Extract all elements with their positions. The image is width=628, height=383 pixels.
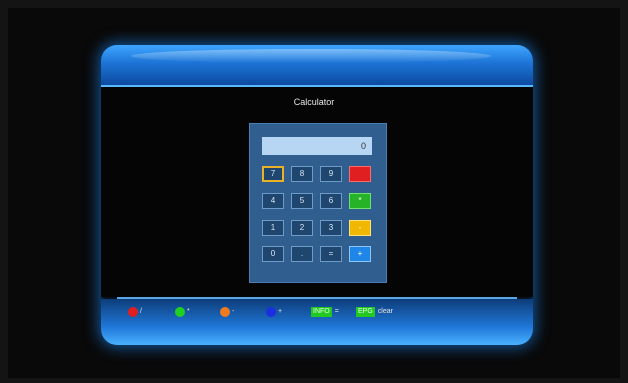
footer-green-label: * bbox=[187, 308, 190, 315]
footer-epg-clear: EPG clear bbox=[356, 306, 393, 318]
footer-divider bbox=[117, 297, 517, 299]
blue-button-icon bbox=[266, 307, 276, 317]
info-button-icon: INFO bbox=[311, 307, 332, 317]
key-4-button[interactable]: 4 bbox=[262, 193, 284, 209]
footer-blue-label: + bbox=[278, 308, 283, 315]
key-dot-button[interactable]: . bbox=[291, 246, 313, 262]
window-header bbox=[101, 45, 533, 87]
key-multiply-button[interactable]: * bbox=[349, 193, 371, 209]
footer-info-label: = bbox=[334, 308, 339, 315]
footer-orange-label: - bbox=[232, 308, 235, 315]
header-shine bbox=[131, 49, 491, 63]
page-title: Calculator bbox=[293, 97, 335, 107]
footer-orange-minus: - bbox=[220, 306, 234, 318]
red-button-icon bbox=[128, 307, 138, 317]
key-9-button[interactable]: 9 bbox=[320, 166, 342, 182]
footer-info-equals: INFO = bbox=[311, 306, 339, 318]
footer-red-label: / bbox=[140, 308, 142, 315]
key-plus-button[interactable]: + bbox=[349, 246, 371, 262]
key-red-blank-button[interactable] bbox=[349, 166, 371, 182]
epg-button-icon: EPG bbox=[356, 307, 375, 317]
key-8-button[interactable]: 8 bbox=[291, 166, 313, 182]
key-5-button[interactable]: 5 bbox=[291, 193, 313, 209]
footer-blue-plus: + bbox=[266, 306, 282, 318]
key-1-button[interactable]: 1 bbox=[262, 220, 284, 236]
key-minus-button[interactable]: - bbox=[349, 220, 371, 236]
key-equals-button[interactable]: = bbox=[320, 246, 342, 262]
calculator-display: 0 bbox=[262, 137, 372, 155]
green-button-icon bbox=[175, 307, 185, 317]
key-0-button[interactable]: 0 bbox=[262, 246, 284, 262]
footer-red-divide: / bbox=[128, 306, 142, 318]
footer-epg-label: clear bbox=[377, 308, 393, 315]
key-3-button[interactable]: 3 bbox=[320, 220, 342, 236]
footer-green-multiply: * bbox=[175, 306, 190, 318]
key-6-button[interactable]: 6 bbox=[320, 193, 342, 209]
key-2-button[interactable]: 2 bbox=[291, 220, 313, 236]
key-7-button[interactable]: 7 bbox=[262, 166, 284, 182]
orange-button-icon bbox=[220, 307, 230, 317]
